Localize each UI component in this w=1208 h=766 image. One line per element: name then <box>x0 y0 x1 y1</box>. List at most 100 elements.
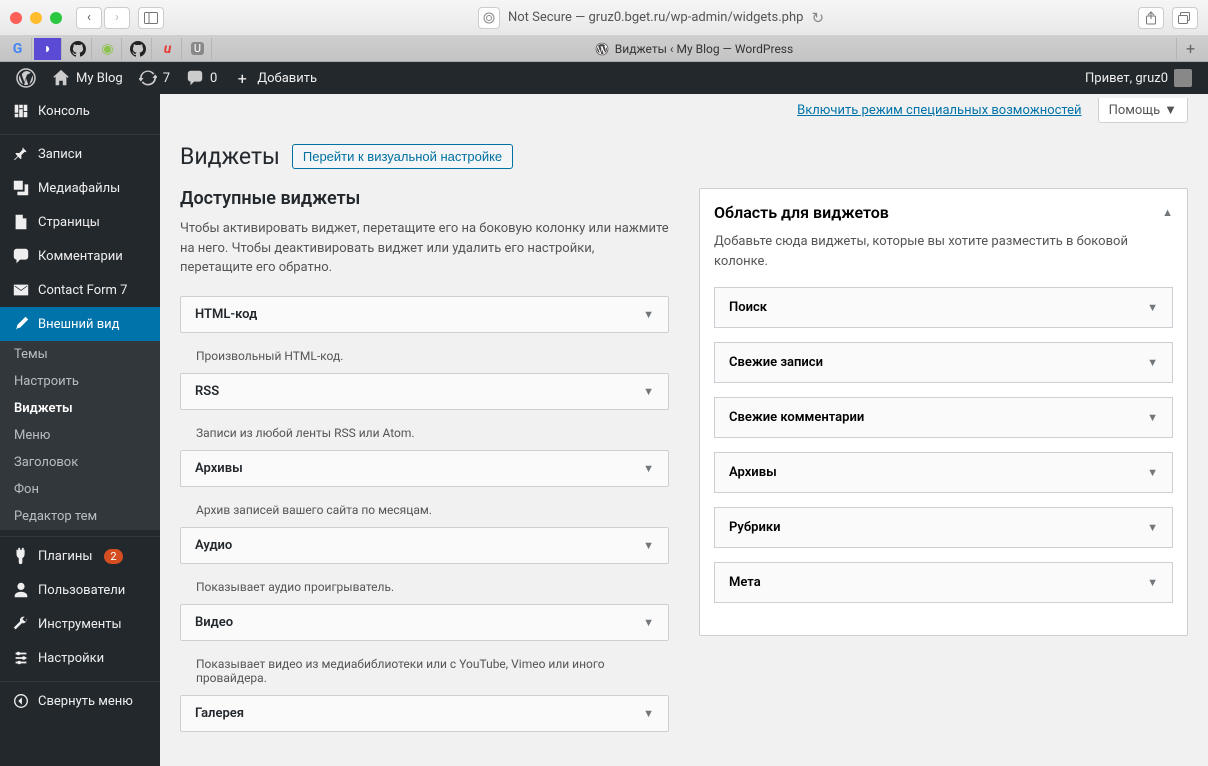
plugin-icon <box>12 547 30 565</box>
new-content-menu[interactable]: + Добавить <box>225 62 325 94</box>
appearance-icon <box>12 315 30 333</box>
sidebar-toggle-button[interactable] <box>138 7 164 29</box>
media-icon <box>12 179 30 197</box>
close-window[interactable] <box>10 12 22 24</box>
site-info-button[interactable] <box>478 7 500 29</box>
sidebar-item-pin[interactable]: Записи <box>0 137 160 171</box>
placed-widget[interactable]: Поиск ▼ <box>714 287 1173 328</box>
pinned-tab-google[interactable]: G <box>4 38 32 60</box>
sidebar-item-users[interactable]: Пользователи <box>0 573 160 607</box>
pinned-tab[interactable]: ◗ <box>34 38 62 60</box>
widget-title: Поиск <box>729 300 767 315</box>
users-icon <box>12 581 30 599</box>
collapse-icon <box>12 692 30 710</box>
sidebar-item-comment[interactable]: Комментарии <box>0 239 160 273</box>
widget-title: HTML-код <box>195 307 257 322</box>
available-widget[interactable]: Видео▼ <box>180 604 669 641</box>
wp-logo-menu[interactable] <box>8 62 44 94</box>
widget-area-heading: Область для виджетов <box>714 203 889 222</box>
update-icon <box>139 69 157 87</box>
widget-expand-icon[interactable]: ▼ <box>1147 356 1158 369</box>
admin-sidebar: Консоль ЗаписиМедиафайлыСтраницыКомментар… <box>0 94 160 766</box>
address-bar[interactable]: Not Secure — gruz0.bget.ru/wp-admin/widg… <box>508 10 803 25</box>
forward-button[interactable]: › <box>104 7 130 29</box>
widget-toggle-icon[interactable]: ▼ <box>643 462 654 475</box>
browser-toolbar: ‹ › Not Secure — gruz0.bget.ru/wp-admin/… <box>0 0 1208 36</box>
widget-expand-icon[interactable]: ▼ <box>1147 466 1158 479</box>
comments-menu[interactable]: 0 <box>178 62 225 94</box>
pinned-tab-github[interactable] <box>124 38 152 60</box>
available-widget[interactable]: Архивы▼ <box>180 450 669 487</box>
submenu-item[interactable]: Меню <box>0 422 160 449</box>
pinned-tab[interactable]: ◉ <box>94 38 122 60</box>
widget-expand-icon[interactable]: ▼ <box>1147 301 1158 314</box>
submenu-item[interactable]: Виджеты <box>0 395 160 422</box>
widget-toggle-icon[interactable]: ▼ <box>643 539 654 552</box>
widget-toggle-icon[interactable]: ▼ <box>643 616 654 629</box>
widget-title: Свежие комментарии <box>729 410 864 425</box>
placed-widget[interactable]: Архивы ▼ <box>714 452 1173 493</box>
available-widgets-description: Чтобы активировать виджет, перетащите ег… <box>180 219 669 278</box>
widget-description: Показывает видео из медиабиблиотеки или … <box>180 651 669 695</box>
widget-description: Архив записей вашего сайта по месяцам. <box>180 497 669 527</box>
placed-widget[interactable]: Мета▼ <box>714 562 1173 603</box>
available-widgets-column: Доступные виджеты Чтобы активировать вид… <box>180 188 669 742</box>
placed-widget[interactable]: Рубрики▼ <box>714 507 1173 548</box>
widget-toggle-icon[interactable]: ▼ <box>643 385 654 398</box>
widget-description: Записи из любой ленты RSS или Atom. <box>180 420 669 450</box>
sidebar-item-media[interactable]: Медиафайлы <box>0 171 160 205</box>
submenu-item[interactable]: Редактор тем <box>0 503 160 530</box>
minimize-window[interactable] <box>30 12 42 24</box>
content-area: Включить режим специальных возможностей … <box>160 94 1208 766</box>
widget-expand-icon[interactable]: ▼ <box>1147 521 1158 534</box>
submenu-item[interactable]: Фон <box>0 476 160 503</box>
updates-menu[interactable]: 7 <box>131 62 178 94</box>
update-badge: 2 <box>104 549 122 564</box>
mail-icon <box>12 281 30 299</box>
chevron-down-icon: ▼ <box>1164 102 1177 118</box>
pinned-tab[interactable]: U <box>184 38 212 60</box>
sidebar-item-tools[interactable]: Инструменты <box>0 607 160 641</box>
available-widget[interactable]: HTML-код ▼ <box>180 296 669 333</box>
placed-widget[interactable]: Свежие записи▼ <box>714 342 1173 383</box>
reload-button[interactable]: ↻ <box>811 9 824 27</box>
widget-title: Архивы <box>729 465 777 480</box>
pinned-tab[interactable]: u <box>154 38 182 60</box>
share-button[interactable] <box>1138 7 1164 29</box>
submenu-item[interactable]: Настроить <box>0 368 160 395</box>
available-widget[interactable]: RSS▼ <box>180 373 669 410</box>
available-widget[interactable]: Галерея ▼ <box>180 695 669 732</box>
widget-toggle-icon[interactable]: ▼ <box>643 707 654 720</box>
window-controls <box>10 12 62 24</box>
collapse-area-toggle[interactable]: ▲ <box>1162 206 1173 219</box>
placed-widget[interactable]: Свежие комментарии ▼ <box>714 397 1173 438</box>
tabs-button[interactable] <box>1172 7 1198 29</box>
collapse-menu-button[interactable]: Свернуть меню <box>0 684 160 718</box>
accessibility-mode-link[interactable]: Включить режим специальных возможностей <box>797 103 1081 118</box>
widget-description: Показывает аудио проигрыватель. <box>180 574 669 604</box>
back-button[interactable]: ‹ <box>76 7 102 29</box>
zoom-window[interactable] <box>50 12 62 24</box>
site-name-menu[interactable]: My Blog <box>44 62 131 94</box>
submenu-item[interactable]: Заголовок <box>0 449 160 476</box>
sidebar-item-settings[interactable]: Настройки <box>0 641 160 675</box>
widget-expand-icon[interactable]: ▼ <box>1147 576 1158 589</box>
sidebar-item-plugin[interactable]: Плагины2 <box>0 539 160 573</box>
widget-area-description: Добавьте сюда виджеты, которые вы хотите… <box>714 232 1173 271</box>
help-tab[interactable]: Помощь ▼ <box>1098 98 1188 123</box>
widget-expand-icon[interactable]: ▼ <box>1147 411 1158 424</box>
widget-toggle-icon[interactable]: ▼ <box>643 308 654 321</box>
pinned-tab-github[interactable] <box>64 38 92 60</box>
new-tab-button[interactable]: + <box>1176 38 1204 60</box>
active-browser-tab[interactable]: Виджеты ‹ My Blog — WordPress <box>212 42 1176 56</box>
widget-title: Галерея <box>195 706 244 721</box>
available-widget[interactable]: Аудио▼ <box>180 527 669 564</box>
sidebar-item-mail[interactable]: Contact Form 7 <box>0 273 160 307</box>
sidebar-item-dashboard[interactable]: Консоль <box>0 94 160 128</box>
plus-icon: + <box>233 69 251 87</box>
sidebar-item-appearance[interactable]: Внешний вид <box>0 307 160 341</box>
submenu-item[interactable]: Темы <box>0 341 160 368</box>
sidebar-item-page[interactable]: Страницы <box>0 205 160 239</box>
visual-customize-button[interactable]: Перейти к визуальной настройке <box>292 144 513 169</box>
user-account-menu[interactable]: Привет, gruz0 <box>1077 62 1200 94</box>
